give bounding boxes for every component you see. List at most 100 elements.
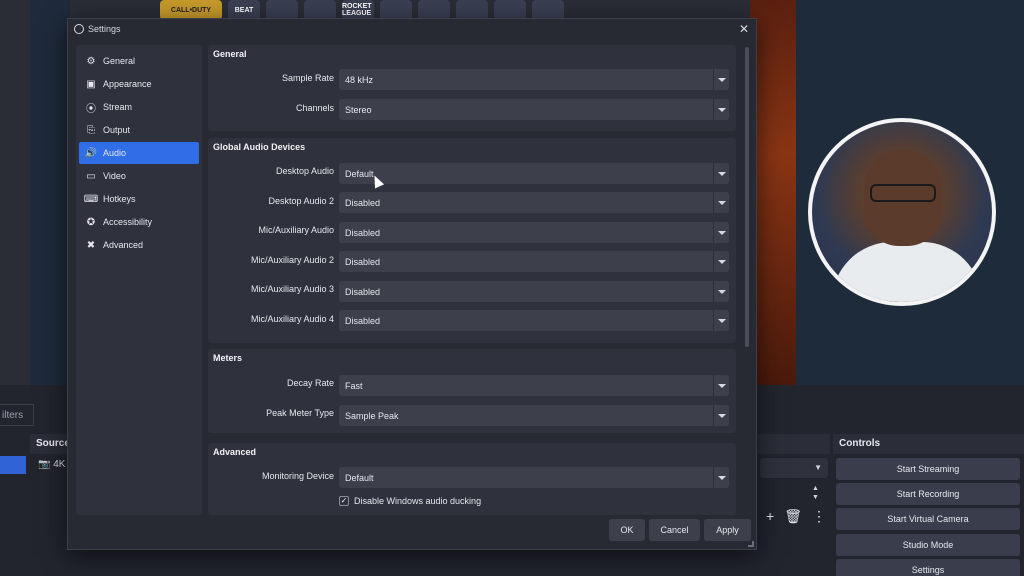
peak-meter-type-label: Peak Meter Type [266, 408, 334, 418]
select-value: Disabled [345, 198, 381, 208]
sidebar-item-label: Appearance [103, 79, 152, 89]
accessibility-icon: ✪ [86, 216, 96, 228]
wrench-icon: ✖ [86, 239, 96, 251]
source-item[interactable]: 📷 4K [38, 459, 65, 470]
sidebar-item-output[interactable]: ⎘ Output [79, 119, 199, 141]
source-item-label: 4K [53, 459, 66, 470]
select-value: Fast [345, 381, 363, 391]
select-value: 48 kHz [345, 75, 374, 85]
sidebar-item-label: Advanced [103, 240, 144, 250]
duration-stepper[interactable]: ▲ ▼ [812, 484, 819, 502]
sidebar-item-hotkeys[interactable]: ⌨ Hotkeys [79, 188, 199, 210]
trash-icon[interactable]: 🗑 [784, 508, 802, 525]
peak-meter-type-select[interactable]: Sample Peak [339, 405, 729, 426]
mic-aux-audio-2-label: Mic/Auxiliary Audio 2 [250, 255, 334, 265]
ok-button[interactable]: OK [609, 519, 645, 541]
sample-rate-select[interactable]: 48 kHz [339, 69, 729, 90]
mic-aux-audio-4-label: Mic/Auxiliary Audio 4 [250, 314, 334, 324]
sidebar-item-general[interactable]: ⚙ General [79, 50, 199, 72]
stream-icon: ⦿ [86, 103, 96, 115]
desktop-audio-2-label: Desktop Audio 2 [268, 196, 334, 206]
keyboard-icon: ⌨ [83, 193, 99, 205]
appearance-icon: ▣ [86, 78, 96, 90]
content-scrollbar[interactable] [745, 47, 749, 347]
chevron-down-icon [713, 163, 729, 184]
sidebar-item-accessibility[interactable]: ✪ Accessibility [79, 211, 199, 233]
settings-content: General Sample Rate 48 kHz Channels Ster… [208, 45, 744, 515]
webcam-shirt [832, 242, 982, 302]
apply-button[interactable]: Apply [704, 519, 751, 541]
game-tile: ROCKET LEAGUE [342, 0, 374, 20]
game-tile [494, 0, 526, 20]
sources-header: Sources [30, 434, 75, 454]
close-icon[interactable]: ✕ [736, 21, 752, 37]
advanced-section: Advanced Monitoring Device Default ✓ Dis… [208, 443, 736, 515]
game-tile [532, 0, 564, 20]
sidebar-item-audio[interactable]: 🔊 Audio [79, 142, 199, 164]
sidebar-item-label: Accessibility [103, 217, 153, 227]
more-icon[interactable]: ⋮ [812, 508, 826, 525]
settings-dialog: Settings ✕ ⚙ General ▣ Appearance ⦿ Stream … [67, 18, 757, 550]
mic-aux-audio-3-select[interactable]: Disabled [339, 281, 729, 302]
sample-rate-label: Sample Rate [281, 73, 334, 83]
dialog-title: Settings [88, 24, 121, 34]
chevron-down-icon [713, 192, 729, 213]
section-title: Meters [213, 353, 243, 363]
desktop-audio-select[interactable]: Default [339, 163, 729, 184]
obs-icon [74, 24, 84, 34]
cancel-button[interactable]: Cancel [649, 519, 700, 541]
start-virtual-camera-button[interactable]: Start Virtual Camera [836, 508, 1020, 530]
desktop-audio-label: Desktop Audio [275, 166, 334, 176]
sidebar-item-stream[interactable]: ⦿ Stream [79, 96, 199, 118]
sidebar-item-appearance[interactable]: ▣ Appearance [79, 73, 199, 95]
transition-tools: + 🗑 ⋮ [766, 508, 826, 525]
game-tile [266, 0, 298, 20]
sidebar-item-label: General [103, 56, 136, 66]
select-value: Sample Peak [345, 411, 399, 421]
filters-tab[interactable]: ilters [0, 404, 34, 426]
ducking-label: Disable Windows audio ducking [354, 496, 482, 506]
monitoring-device-label: Monitoring Device [261, 471, 334, 481]
selected-scene[interactable] [0, 456, 26, 474]
start-streaming-button[interactable]: Start Streaming [836, 458, 1020, 480]
plus-icon[interactable]: + [766, 508, 774, 525]
sidebar-item-label: Stream [103, 102, 133, 112]
resize-grip[interactable] [748, 541, 754, 547]
chevron-down-icon [713, 375, 729, 396]
select-value: Disabled [345, 228, 381, 238]
mic-aux-audio-3-label: Mic/Auxiliary Audio 3 [250, 284, 334, 294]
game-tile [304, 0, 336, 20]
sidebar-item-label: Video [103, 171, 126, 181]
ducking-checkbox[interactable]: ✓ [339, 496, 349, 506]
select-value: Default [345, 473, 374, 483]
chevron-down-icon [713, 310, 729, 331]
chevron-down-icon [713, 251, 729, 272]
chevron-down-icon [713, 222, 729, 243]
settings-sidebar: ⚙ General ▣ Appearance ⦿ Stream ⎘ Output 🔊 Au… [76, 45, 202, 515]
mixer-header [758, 434, 830, 454]
sidebar-item-video[interactable]: ▭ Video [79, 165, 199, 187]
monitoring-device-select[interactable]: Default [339, 467, 729, 488]
audio-ducking-option[interactable]: ✓ Disable Windows audio ducking [339, 496, 481, 506]
studio-mode-button[interactable]: Studio Mode [836, 534, 1020, 556]
mic-aux-audio-2-select[interactable]: Disabled [339, 251, 729, 272]
mic-aux-audio-select[interactable]: Disabled [339, 222, 729, 243]
channels-label: Channels [295, 103, 334, 113]
dialog-titlebar[interactable]: Settings ✕ [68, 19, 756, 39]
webcam-glasses [870, 184, 936, 202]
desktop-audio-2-select[interactable]: Disabled [339, 192, 729, 213]
channels-select[interactable]: Stereo [339, 99, 729, 120]
game-tile [418, 0, 450, 20]
global-audio-section: Global Audio Devices Desktop Audio Defau… [208, 138, 736, 343]
transition-select[interactable]: ▼ [760, 458, 828, 478]
mic-aux-audio-4-select[interactable]: Disabled [339, 310, 729, 331]
decay-rate-select[interactable]: Fast [339, 375, 729, 396]
settings-button[interactable]: Settings [836, 559, 1020, 576]
sidebar-item-label: Audio [103, 148, 127, 158]
select-value: Stereo [345, 105, 372, 115]
sidebar-item-advanced[interactable]: ✖ Advanced [79, 234, 199, 256]
meters-section: Meters Decay Rate Fast Peak Meter Type S… [208, 349, 736, 433]
general-section: General Sample Rate 48 kHz Channels Ster… [208, 45, 736, 131]
preview-left-edge [30, 0, 70, 385]
start-recording-button[interactable]: Start Recording [836, 483, 1020, 505]
